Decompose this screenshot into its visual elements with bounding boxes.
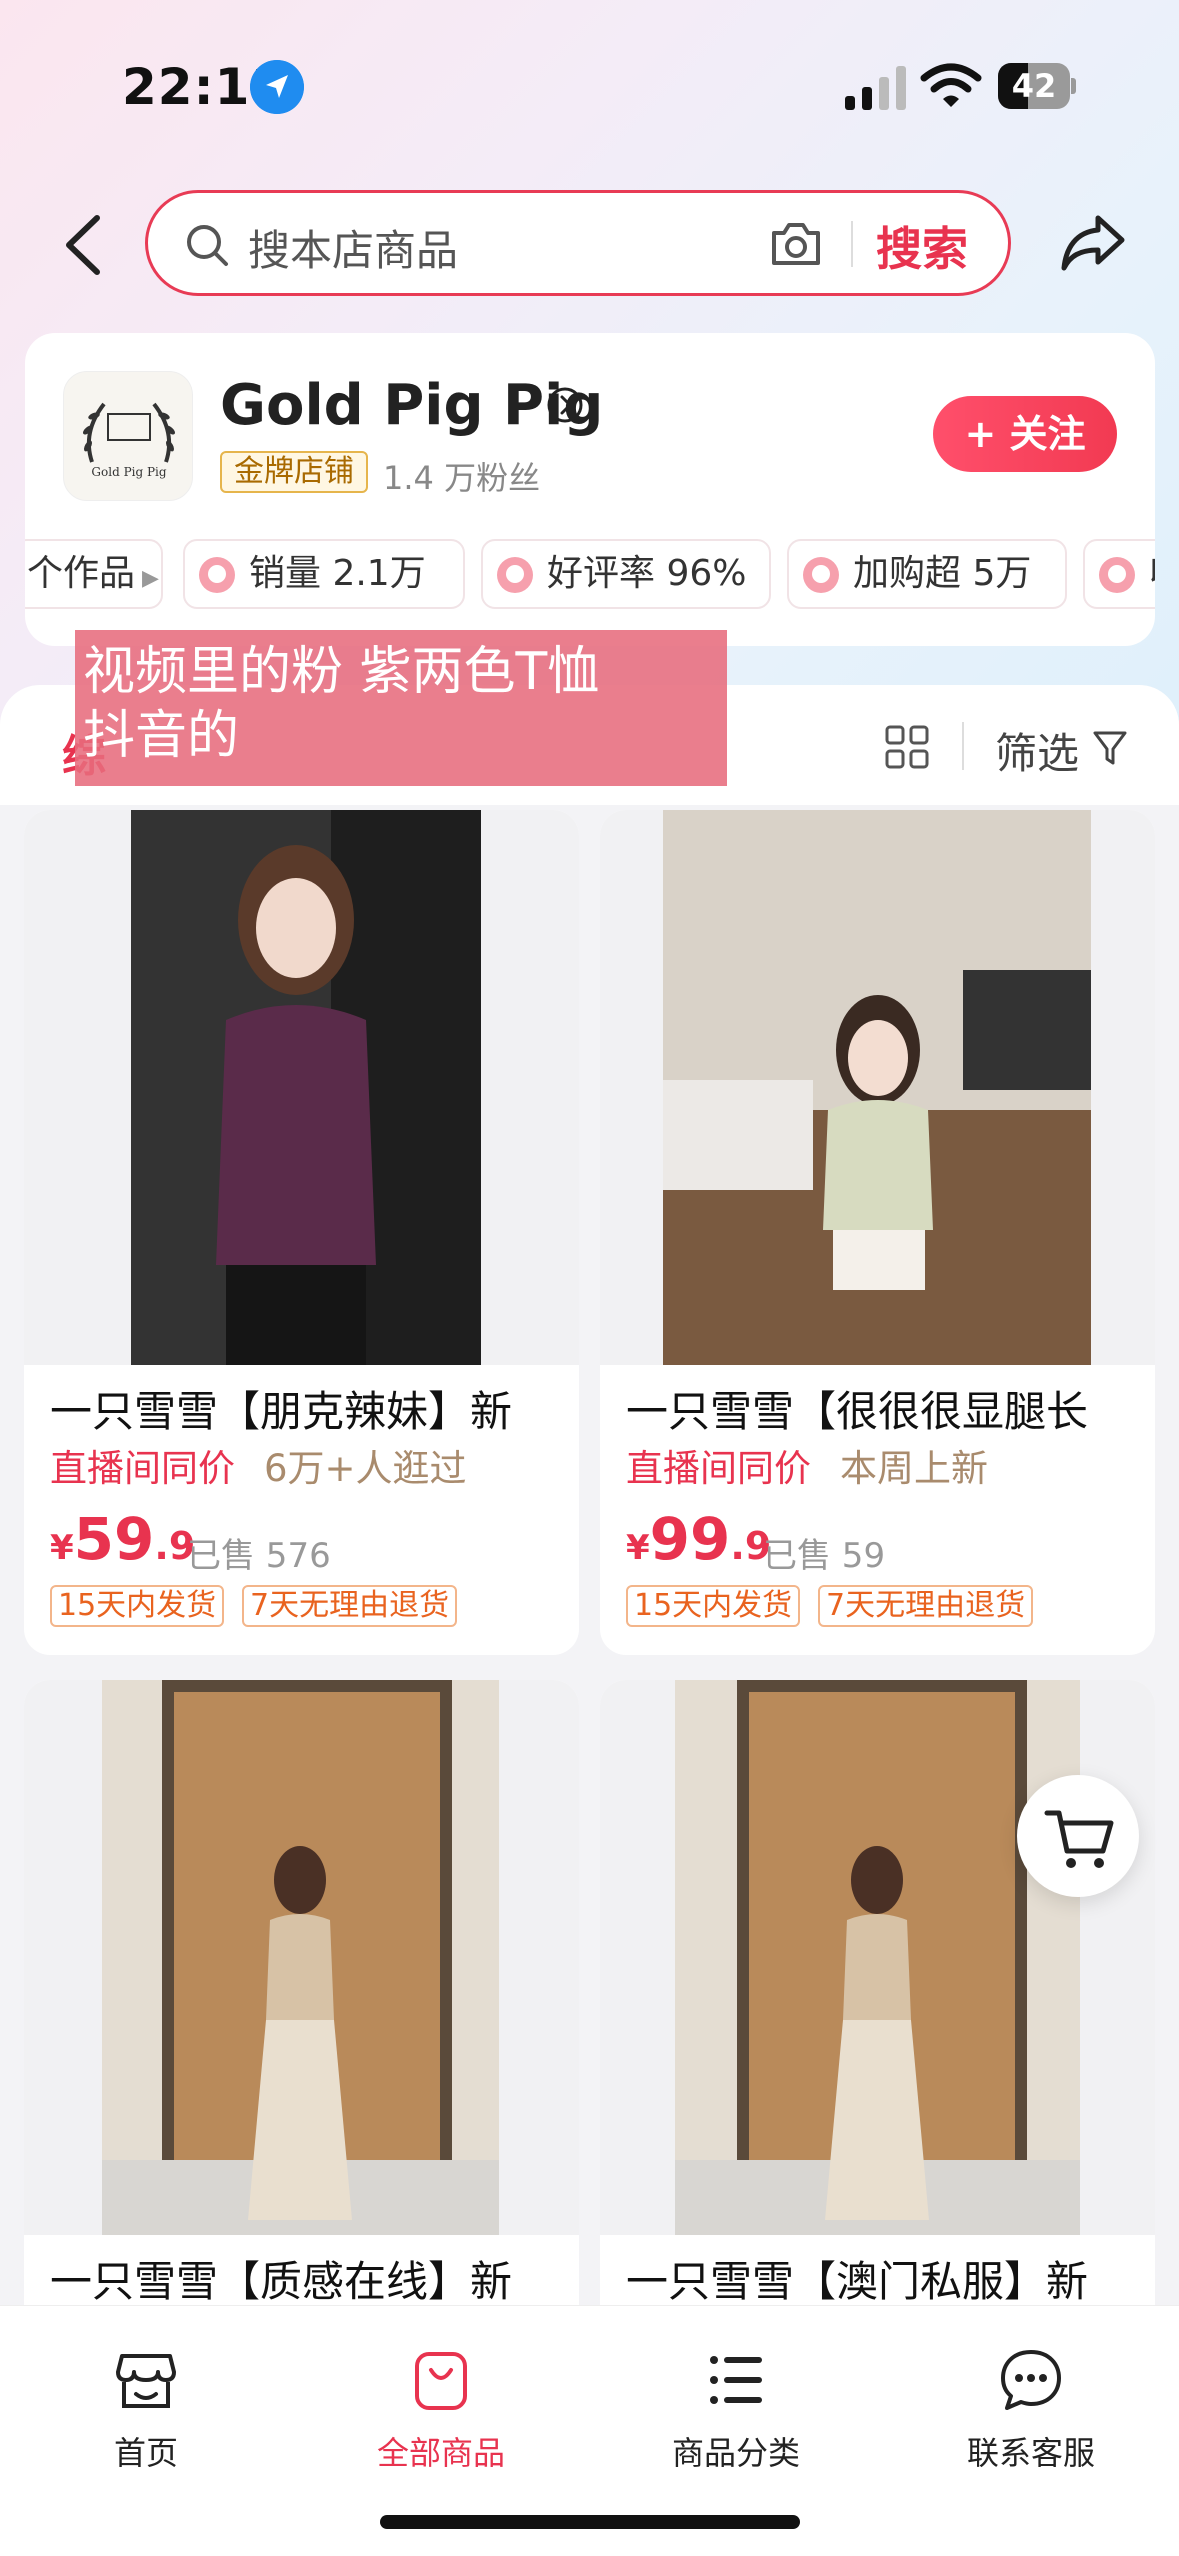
- store-icon: [116, 2354, 176, 2408]
- product-price: ¥59.9: [50, 1505, 196, 1573]
- store-stats: 个作品 ▶ 销量 2.1万 好评率 96% 加购超 5万 收: [25, 539, 1155, 609]
- sales-icon: [199, 557, 235, 593]
- nav-home[interactable]: 首页: [46, 2346, 246, 2474]
- back-icon[interactable]: [55, 210, 115, 280]
- search-bar[interactable]: 搜本店商品 搜索: [145, 190, 1011, 296]
- sold-count: 已售 576: [187, 1536, 331, 1576]
- follow-button[interactable]: + 关注: [933, 396, 1117, 472]
- stat-works[interactable]: 个作品 ▶: [25, 539, 163, 609]
- live-same-price-label: 直播间同价: [50, 1447, 235, 1490]
- product-image[interactable]: [600, 1680, 1155, 2235]
- shipping-tag: 15天内发货: [50, 1585, 225, 1627]
- store-card: Gold Pig Pig Gold Pig Pig 金牌店铺 1.4 万粉丝 +…: [25, 333, 1155, 646]
- filter-button[interactable]: 筛选: [995, 720, 1079, 781]
- product-image[interactable]: [600, 810, 1155, 1365]
- rating-icon: [497, 557, 533, 593]
- shipping-tag: 15天内发货: [626, 1585, 801, 1627]
- battery-indicator: 42: [998, 63, 1076, 109]
- visit-count: 6万+人逛过: [264, 1447, 467, 1490]
- nav-customer-service[interactable]: 联系客服: [931, 2346, 1131, 2474]
- product-card[interactable]: 一只雪雪【质感在线】新: [24, 1680, 579, 2340]
- return-policy-tag: 7天无理由退货: [242, 1585, 458, 1627]
- product-card[interactable]: 一只雪雪【朋克辣妹】新 直播间同价 6万+人逛过 ¥59.9 已售 576 15…: [24, 810, 579, 1655]
- grid-view-icon[interactable]: [885, 725, 929, 769]
- store-logo-text: Gold Pig Pig: [91, 465, 166, 479]
- live-same-price-label: 直播间同价: [626, 1447, 811, 1490]
- search-input[interactable]: 搜本店商品: [248, 217, 458, 278]
- product-photo-figure: [663, 810, 1091, 1365]
- list-icon: [710, 2356, 762, 2404]
- floating-cart-button[interactable]: [1017, 1775, 1139, 1897]
- shopping-bag-icon: [415, 2352, 467, 2410]
- nav-categories[interactable]: 商品分类: [636, 2346, 836, 2474]
- search-divider: [851, 221, 853, 267]
- stat-rating[interactable]: 好评率 96%: [481, 539, 771, 609]
- product-card[interactable]: 一只雪雪【很很很显腿长 直播间同价 本周上新 ¥99.9 已售 59 15天内发…: [600, 810, 1155, 1655]
- home-indicator[interactable]: [380, 2515, 800, 2529]
- cellular-signal-icon: [845, 66, 906, 110]
- product-title[interactable]: 一只雪雪【朋克辣妹】新: [50, 1378, 560, 1439]
- product-image[interactable]: [24, 810, 579, 1365]
- product-photo-figure: [675, 1680, 1080, 2235]
- camera-icon[interactable]: [768, 217, 824, 271]
- search-button[interactable]: 搜索: [876, 213, 968, 279]
- fan-count: 1.4 万粉丝: [383, 459, 541, 497]
- cart-icon: [1044, 1810, 1114, 1868]
- product-title[interactable]: 一只雪雪【质感在线】新: [50, 2248, 560, 2309]
- stat-favorites[interactable]: 收: [1083, 539, 1155, 609]
- nav-all-products[interactable]: 全部商品: [341, 2346, 541, 2474]
- store-logo[interactable]: Gold Pig Pig: [63, 371, 193, 501]
- product-title[interactable]: 一只雪雪【澳门私服】新: [626, 2248, 1136, 2309]
- cart-add-icon: [803, 557, 839, 593]
- wifi-icon: [920, 63, 982, 107]
- location-arrow-icon: [250, 60, 304, 114]
- return-policy-tag: 7天无理由退货: [818, 1585, 1034, 1627]
- sold-count: 已售 59: [763, 1536, 886, 1576]
- store-logo-laurel-icon: Gold Pig Pig: [83, 402, 175, 479]
- share-icon[interactable]: [1058, 210, 1128, 274]
- search-icon: [187, 225, 228, 266]
- product-photo-figure: [131, 810, 481, 1365]
- product-image[interactable]: [24, 1680, 579, 2235]
- product-title[interactable]: 一只雪雪【很很很显腿长: [626, 1378, 1136, 1439]
- stat-sales[interactable]: 销量 2.1万: [183, 539, 465, 609]
- favorite-icon: [1099, 557, 1135, 593]
- chat-icon: [1001, 2350, 1061, 2410]
- battery-level: 42: [1011, 67, 1057, 105]
- product-photo-figure: [102, 1680, 499, 2235]
- product-price: ¥99.9: [626, 1505, 772, 1573]
- chevron-right-circle-icon[interactable]: [545, 385, 585, 425]
- overlay-caption: 视频里的粉 紫两色T恤 抖音的: [75, 630, 727, 786]
- stat-cart-adds[interactable]: 加购超 5万: [787, 539, 1067, 609]
- filter-icon[interactable]: [1092, 728, 1128, 768]
- gold-store-badge: 金牌店铺: [220, 451, 368, 493]
- new-this-week-label: 本周上新: [840, 1447, 988, 1490]
- toolbar-divider: [962, 722, 964, 770]
